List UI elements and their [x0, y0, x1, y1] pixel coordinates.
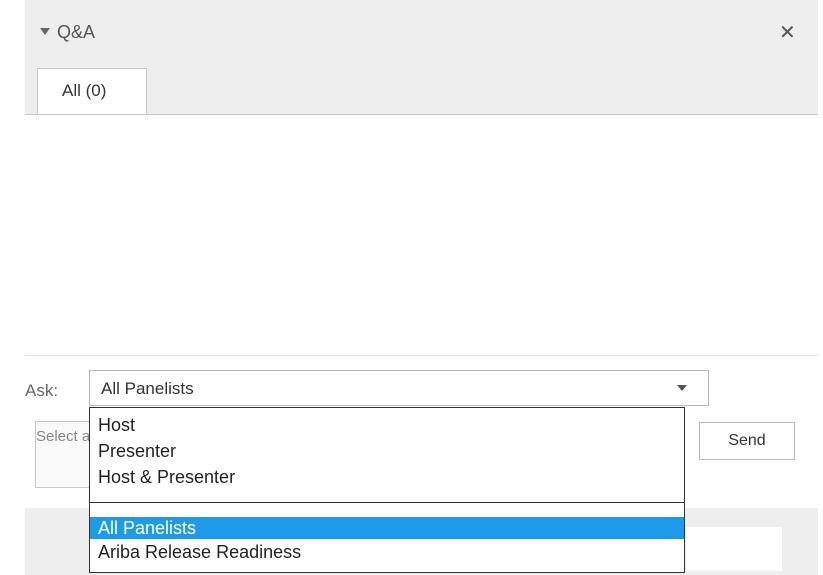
question-input-placeholder: Select a recipient and type your questio…: [36, 428, 94, 445]
tab-all-label: All (0): [62, 81, 107, 100]
bottom-field: [686, 527, 782, 571]
dropdown-option-host-presenter[interactable]: Host & Presenter: [90, 466, 684, 488]
dropdown-separator: [90, 502, 684, 503]
tab-strip: All (0): [25, 66, 818, 115]
chevron-down-icon: [677, 385, 687, 391]
recipient-dropdown-list: Host Presenter Host & Presenter All Pane…: [89, 407, 685, 573]
triangle-down-icon[interactable]: [40, 28, 50, 35]
send-button[interactable]: Send: [699, 422, 795, 460]
close-icon[interactable]: ✕: [779, 20, 796, 45]
recipient-select[interactable]: All Panelists: [89, 370, 709, 406]
divider: [25, 355, 818, 356]
question-input[interactable]: Select a recipient and type your questio…: [35, 421, 95, 488]
recipient-select-value: All Panelists: [101, 379, 194, 398]
dropdown-option-host[interactable]: Host: [90, 414, 684, 436]
panel-header: Q&A ✕: [25, 0, 818, 66]
panel-title: Q&A: [57, 22, 96, 42]
ask-label: Ask:: [25, 381, 59, 400]
dropdown-option-ariba-release-readiness[interactable]: Ariba Release Readiness: [90, 541, 684, 563]
tab-all[interactable]: All (0): [37, 68, 147, 114]
dropdown-option-all-panelists[interactable]: All Panelists: [90, 517, 684, 539]
questions-list: [25, 115, 818, 355]
dropdown-option-presenter[interactable]: Presenter: [90, 440, 684, 462]
